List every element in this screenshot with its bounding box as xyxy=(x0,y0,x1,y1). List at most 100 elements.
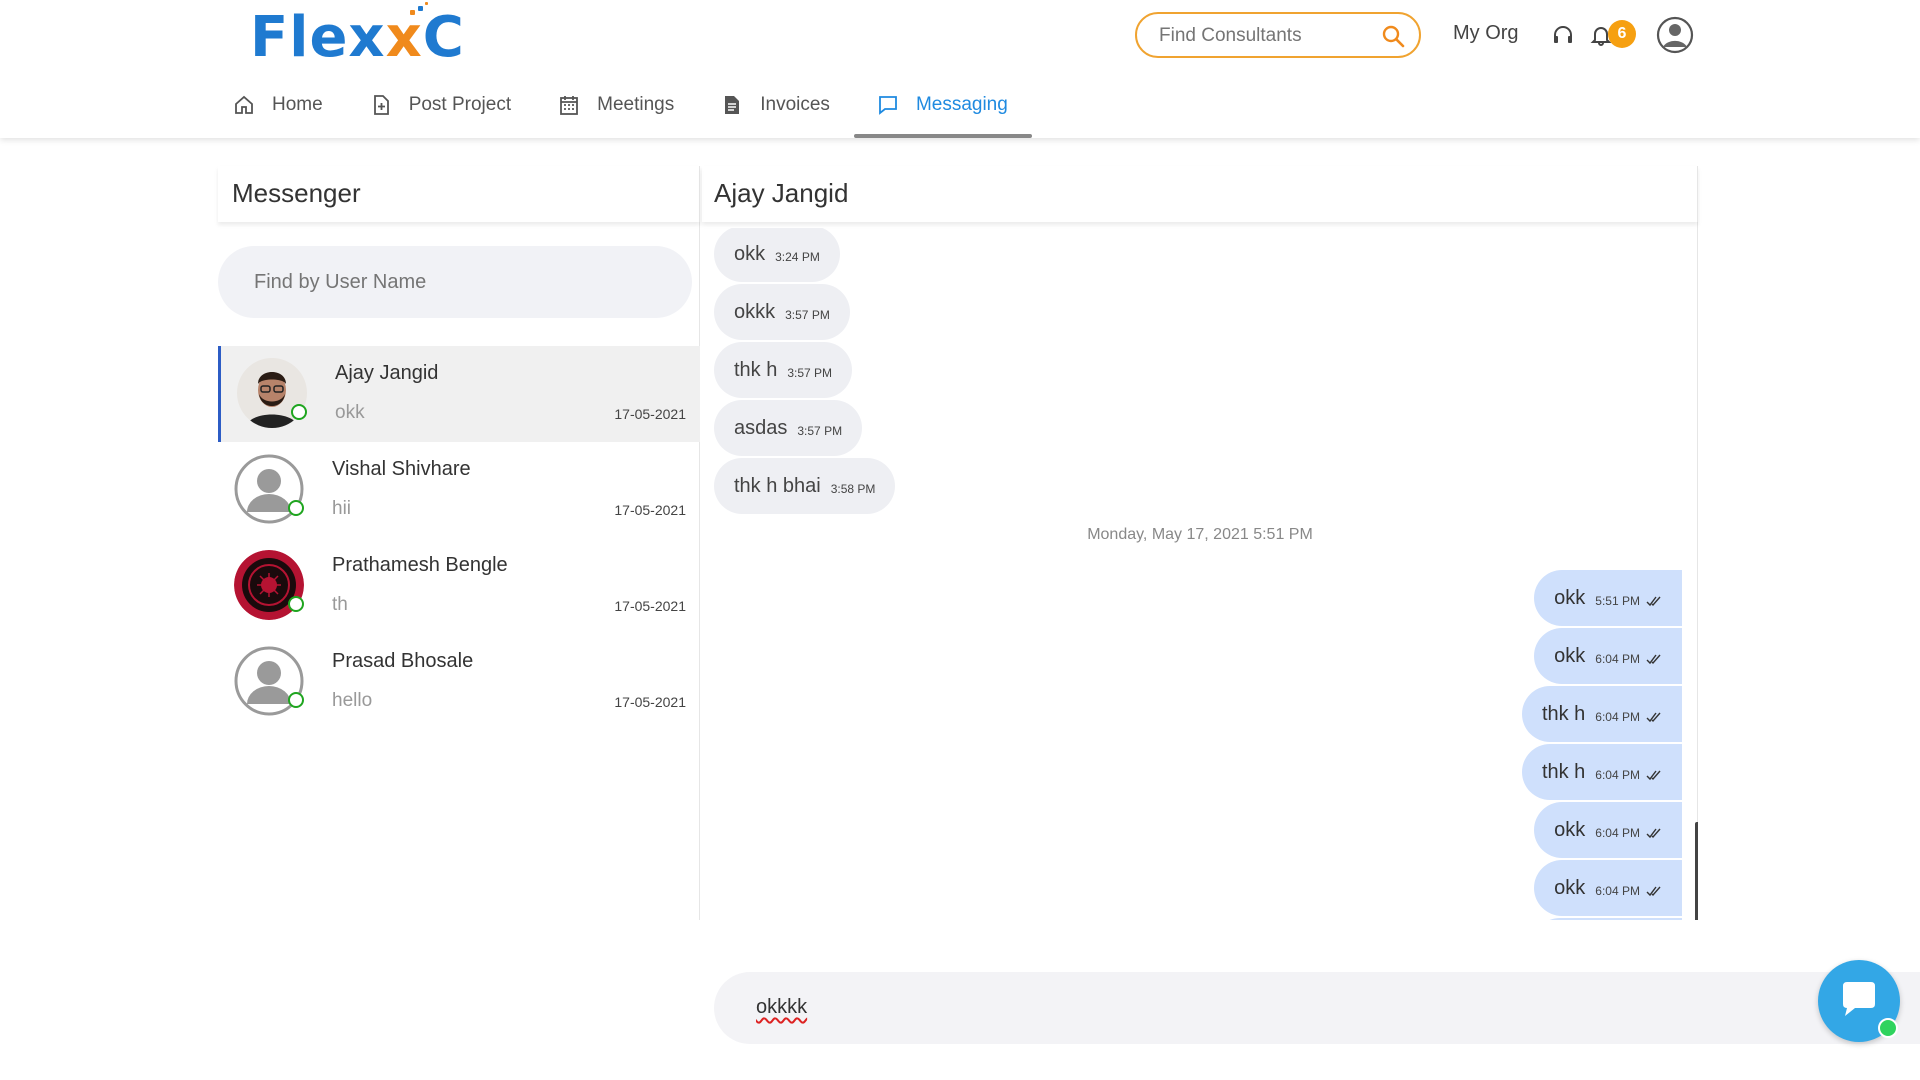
message-time: 3:57 PM xyxy=(785,308,830,322)
contact-date: 17-05-2021 xyxy=(614,406,686,422)
message-text: thk h xyxy=(1541,702,1586,725)
double-check-icon xyxy=(1646,828,1661,839)
message-text: okk xyxy=(734,242,766,265)
message-time: 5:51 PM xyxy=(1595,594,1640,608)
nav-messaging[interactable]: Messaging xyxy=(853,80,1032,138)
online-indicator xyxy=(288,500,304,516)
contact-date: 17-05-2021 xyxy=(614,502,686,518)
contact-name: Prasad Bhosale xyxy=(332,650,474,672)
contact-name: Prathamesh Bengle xyxy=(332,554,508,576)
user-search xyxy=(218,246,692,318)
flexc-logo[interactable]: FlexxC xyxy=(250,2,464,70)
search-icon[interactable] xyxy=(1381,24,1405,48)
message-text: okk xyxy=(1554,818,1586,841)
incoming-message: okk 3:24 PM xyxy=(714,228,840,282)
message-time: 3:24 PM xyxy=(775,250,820,264)
outgoing-message: okk 6:04 PM xyxy=(1534,802,1682,858)
contact-last-message: hii xyxy=(332,498,352,519)
date-separator: Monday, May 17, 2021 5:51 PM xyxy=(1087,526,1313,543)
user-profile-icon[interactable] xyxy=(1656,16,1694,54)
message-time: 6:04 PM xyxy=(1595,768,1640,782)
message-text: thk h xyxy=(1541,760,1586,783)
headset-icon[interactable] xyxy=(1552,24,1574,46)
double-check-icon xyxy=(1646,770,1661,781)
nav-home-label: Home xyxy=(272,94,323,115)
contact-last-message: okk xyxy=(335,402,365,423)
contact-last-message: hello xyxy=(332,690,373,711)
message-time: 3:58 PM xyxy=(830,482,876,496)
contact-list: Ajay Jangid okk 17-05-2021 Vishal Shivha… xyxy=(218,346,700,730)
contact-date: 17-05-2021 xyxy=(614,598,686,614)
incoming-message: thk h bhai 3:58 PM xyxy=(714,458,896,514)
logo-dots xyxy=(400,2,430,24)
online-indicator xyxy=(288,692,304,708)
message-text: okkk xyxy=(734,300,776,323)
messenger-header: Messenger xyxy=(218,166,700,222)
outgoing-message: thk h 6:04 PM xyxy=(1521,744,1682,800)
contact-item[interactable]: Vishal Shivhare hii 17-05-2021 xyxy=(218,442,700,538)
message-text: thk h xyxy=(734,358,778,381)
calendar-icon xyxy=(560,96,579,115)
main-nav: Home Post Project Meetings Invoices Mess… xyxy=(210,80,1032,138)
message-thread[interactable]: okk 3:24 PM okkk 3:57 PM thk h 3:57 PM asda… xyxy=(702,228,1698,920)
nav-post-project-label: Post Project xyxy=(408,94,512,115)
double-check-icon xyxy=(1646,886,1661,897)
outgoing-message: okk 6:04 PM xyxy=(1534,860,1682,916)
online-indicator xyxy=(288,596,304,612)
nav-meetings[interactable]: Meetings xyxy=(535,80,698,130)
message-text: thk h bhai xyxy=(734,474,821,497)
outgoing-message: thk h 6:04 PM xyxy=(1521,686,1682,742)
contact-item[interactable]: Prasad Bhosale hello 17-05-2021 xyxy=(218,634,700,730)
online-indicator xyxy=(1878,1018,1898,1038)
message-time: 6:04 PM xyxy=(1595,710,1640,724)
logo-text-flex: Flex xyxy=(250,5,386,70)
message-time: 6:04 PM xyxy=(1595,652,1640,666)
consultant-search xyxy=(1135,12,1421,58)
contact-date: 17-05-2021 xyxy=(614,694,686,710)
double-check-icon xyxy=(1646,712,1661,723)
message-composer[interactable]: okkkk xyxy=(714,972,1920,1044)
file-plus-icon xyxy=(373,95,389,115)
message-time: 3:57 PM xyxy=(787,366,833,380)
chat-contact-name: Ajay Jangid xyxy=(714,178,849,208)
message-time: 6:04 PM xyxy=(1595,884,1640,898)
chat-bubble-icon xyxy=(1843,982,1875,1016)
nav-invoices[interactable]: Invoices xyxy=(698,80,854,130)
message-text: okk xyxy=(1554,586,1586,609)
nav-home[interactable]: Home xyxy=(210,80,347,130)
nav-messaging-label: Messaging xyxy=(915,94,1008,115)
user-search-input[interactable] xyxy=(254,268,634,296)
outgoing-message: okk 5:51 PM xyxy=(1534,570,1682,626)
double-check-icon xyxy=(1646,596,1661,607)
incoming-message: okkk 3:57 PM xyxy=(714,284,850,340)
contact-name: Vishal Shivhare xyxy=(332,458,471,480)
my-org-link[interactable]: My Org xyxy=(1453,22,1519,45)
message-text: okk xyxy=(1554,644,1586,667)
nav-meetings-label: Meetings xyxy=(597,94,675,115)
incoming-message: asdas 3:57 PM xyxy=(714,400,863,456)
document-icon xyxy=(725,96,740,114)
message-text: okk xyxy=(1554,876,1586,899)
message-input-text: okkkk xyxy=(756,996,808,1018)
chat-panel: Ajay Jangid okk 3:24 PM okkk 3:57 PM thk h… xyxy=(702,166,1698,920)
message-time: 6:04 PM xyxy=(1595,826,1640,840)
consultant-search-input[interactable] xyxy=(1159,23,1379,49)
contact-name: Ajay Jangid xyxy=(335,362,439,384)
message-time: 3:57 PM xyxy=(797,424,843,438)
home-icon xyxy=(235,95,253,114)
nav-post-project[interactable]: Post Project xyxy=(347,80,535,130)
message-text: asdas xyxy=(734,416,788,439)
message-scrollbar[interactable] xyxy=(1695,822,1698,920)
online-indicator xyxy=(291,404,307,420)
messenger-panel: Messenger Ajay Jangid okk 17-05-2021 Vis… xyxy=(218,166,700,920)
notification-badge[interactable]: 6 xyxy=(1608,20,1636,48)
top-header: FlexxC Home Post Project Meetings Invoic… xyxy=(0,0,1920,138)
contact-item[interactable]: Prathamesh Bengle th 17-05-2021 xyxy=(218,538,700,634)
chat-header: Ajay Jangid xyxy=(702,166,1698,222)
chat-icon xyxy=(879,96,897,115)
nav-invoices-label: Invoices xyxy=(760,94,830,115)
outgoing-message-partial xyxy=(1532,918,1682,920)
messenger-title: Messenger xyxy=(232,178,361,208)
chat-support-button[interactable] xyxy=(1818,960,1900,1042)
contact-item[interactable]: Ajay Jangid okk 17-05-2021 xyxy=(218,346,700,442)
